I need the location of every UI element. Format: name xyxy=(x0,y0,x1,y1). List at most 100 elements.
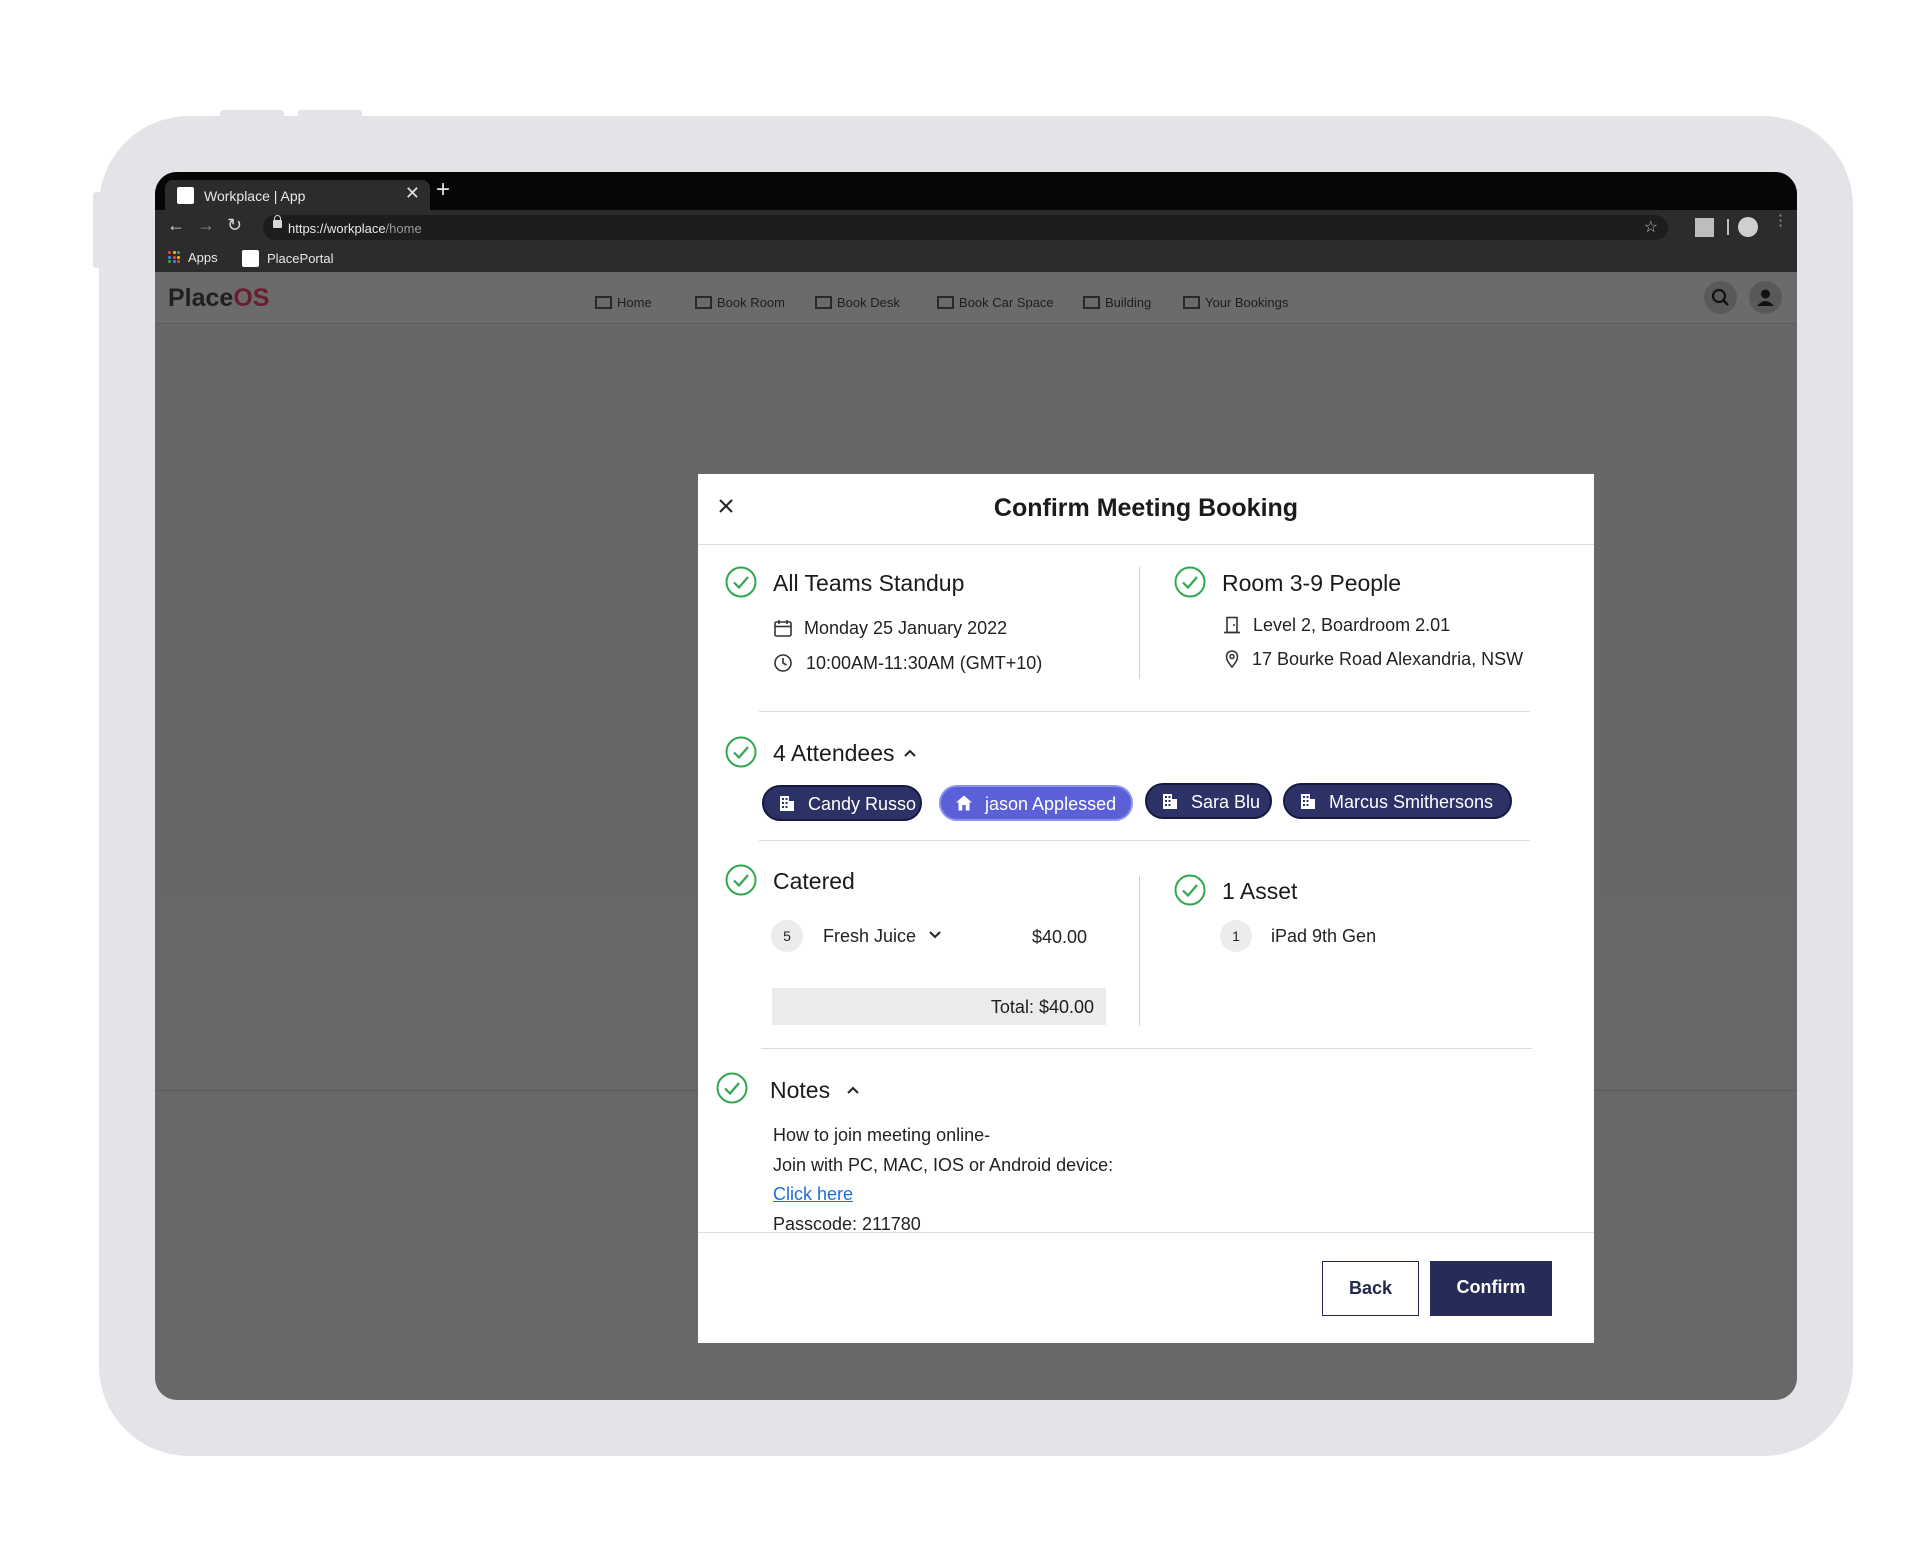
catering-check-icon xyxy=(725,864,757,896)
attendee-name: Marcus Smithersons xyxy=(1329,792,1494,812)
meeting-check-icon xyxy=(725,566,757,598)
toolbar-separator xyxy=(1727,219,1729,235)
browser-toolbar: ← → ↻ https://workplace/home ☆ ⋮ xyxy=(155,210,1797,244)
bookmarks-bar: Apps PlacePortal xyxy=(155,244,1797,272)
nav-your-bookings[interactable]: Your Bookings xyxy=(1183,295,1288,310)
nav-book-room-label: Book Room xyxy=(717,295,785,310)
placeos-logo[interactable]: PlaceOS xyxy=(168,284,269,313)
bookmark-placeportal[interactable]: PlacePortal xyxy=(267,251,333,266)
catering-total: Total: $40.00 xyxy=(990,997,1094,1017)
nav-building-label: Building xyxy=(1105,295,1152,310)
extension-icon[interactable] xyxy=(1695,218,1714,237)
notes-heading: Notes xyxy=(770,1077,831,1103)
attendee-chip[interactable]: Marcus Smithersons xyxy=(1283,783,1512,819)
home-icon xyxy=(956,795,972,811)
url-text: https://workplace/home xyxy=(288,221,422,236)
assets-check-icon xyxy=(1174,874,1206,906)
confirm-button[interactable]: Confirm xyxy=(1430,1261,1552,1316)
meeting-title: All Teams Standup xyxy=(773,570,965,596)
calendar-icon xyxy=(774,620,792,637)
room-address: 17 Bourke Road Alexandria, NSW xyxy=(1252,649,1524,669)
catering-item-toggle[interactable]: Fresh Juice xyxy=(823,926,942,947)
account-icon[interactable] xyxy=(1749,281,1782,314)
footer-divider xyxy=(698,1232,1594,1233)
asset-item-name: iPad 9th Gen xyxy=(1271,926,1377,946)
logo-main: Place xyxy=(168,284,234,312)
attendee-name: Sara Blu xyxy=(1191,792,1261,812)
meeting-date: Monday 25 January 2022 xyxy=(804,618,1008,638)
browser-tab[interactable]: Workplace | App ✕ xyxy=(165,180,430,210)
assets-heading: 1 Asset xyxy=(1222,878,1298,904)
top-column-divider xyxy=(1139,567,1140,679)
catering-item-price: $40.00 xyxy=(1032,927,1088,947)
calendar-icon xyxy=(1183,296,1200,309)
chevron-up-icon xyxy=(847,1086,859,1094)
nav-building[interactable]: Building xyxy=(1083,295,1151,310)
apps-grid-icon[interactable] xyxy=(168,251,180,263)
forward-arrow-icon[interactable]: → xyxy=(197,215,215,236)
nav-book-room[interactable]: Book Room xyxy=(695,295,785,310)
search-icon[interactable] xyxy=(1704,281,1737,314)
notes-join-link[interactable]: Click here xyxy=(773,1184,853,1205)
attendees-heading: 4 Attendees xyxy=(773,740,895,766)
notes-check-icon xyxy=(716,1072,748,1104)
building-icon xyxy=(1083,296,1100,309)
url-host: https://workplace xyxy=(288,221,386,236)
nav-book-car-space[interactable]: Book Car Space xyxy=(937,295,1054,310)
bookmark-apps[interactable]: Apps xyxy=(188,250,218,265)
tablet-screen: Workplace | App ✕ + ← → ↻ https://workpl… xyxy=(155,172,1797,1400)
attendee-chip[interactable]: jason Applessed xyxy=(939,785,1133,821)
door-icon xyxy=(695,296,712,309)
nav-book-desk-label: Book Desk xyxy=(837,295,900,310)
title-divider xyxy=(698,544,1594,545)
attendee-chip[interactable]: Sara Blu xyxy=(1145,783,1272,819)
section-divider-2 xyxy=(759,840,1530,841)
tab-title: Workplace | App xyxy=(204,188,306,204)
chevron-down-icon xyxy=(929,931,941,939)
bookmark-star-icon[interactable]: ☆ xyxy=(1644,217,1658,237)
section-divider-1 xyxy=(759,711,1530,712)
browser-menu-icon[interactable]: ⋮ xyxy=(1773,213,1788,228)
notes-toggle[interactable]: Notes xyxy=(770,1077,860,1104)
tab-favicon xyxy=(177,187,194,204)
new-tab-icon[interactable]: + xyxy=(436,176,450,204)
logo-suffix: OS xyxy=(233,284,270,312)
browser-tabstrip: Workplace | App ✕ + xyxy=(155,172,1797,210)
desk-icon xyxy=(815,296,832,309)
catering-total-bar: Total: $40.00 xyxy=(772,988,1106,1025)
room-check-icon xyxy=(1174,566,1206,598)
door-icon xyxy=(1224,616,1240,634)
attendees-toggle[interactable]: 4 Attendees xyxy=(773,740,917,767)
attendee-name: Candy Russo xyxy=(808,794,917,814)
back-arrow-icon[interactable]: ← xyxy=(167,215,185,236)
tab-close-icon[interactable]: ✕ xyxy=(405,183,420,204)
back-button[interactable]: Back xyxy=(1322,1261,1419,1316)
app-header: PlaceOS Home Book Room Book Desk Book Ca… xyxy=(155,272,1797,324)
lock-icon xyxy=(273,215,282,228)
car-icon xyxy=(937,296,954,309)
dialog-title: Confirm Meeting Booking xyxy=(993,494,1299,522)
building-icon xyxy=(1163,794,1177,809)
meeting-time: 10:00AM-11:30AM (GMT+10) xyxy=(806,653,1043,673)
nav-book-desk[interactable]: Book Desk xyxy=(815,295,900,310)
room-title: Room 3-9 People xyxy=(1222,570,1401,596)
nav-book-car-space-label: Book Car Space xyxy=(959,295,1054,310)
nav-your-bookings-label: Your Bookings xyxy=(1205,295,1289,310)
catering-heading: Catered xyxy=(773,868,855,894)
attendee-chip[interactable]: Candy Russo xyxy=(762,785,922,821)
main-nav: Home Book Room Book Desk Book Car Space … xyxy=(595,282,1355,322)
building-icon xyxy=(780,796,794,811)
notes-line-2: Join with PC, MAC, IOS or Android device… xyxy=(773,1155,1114,1175)
confirm-booking-dialog: Confirm Meeting Booking All Teams Standu… xyxy=(698,474,1594,1343)
nav-home[interactable]: Home xyxy=(595,295,652,310)
attendee-name: jason Applessed xyxy=(985,794,1117,814)
home-icon xyxy=(595,296,612,309)
profile-avatar-icon[interactable] xyxy=(1738,217,1758,237)
reload-icon[interactable]: ↻ xyxy=(227,215,242,236)
url-bar[interactable]: https://workplace/home ☆ xyxy=(263,215,1668,240)
location-pin-icon xyxy=(1225,650,1239,669)
placeportal-favicon xyxy=(242,250,259,267)
clock-icon xyxy=(774,654,792,672)
section-divider-3 xyxy=(761,1048,1532,1049)
asset-quantity-badge: 1 xyxy=(1220,920,1252,952)
